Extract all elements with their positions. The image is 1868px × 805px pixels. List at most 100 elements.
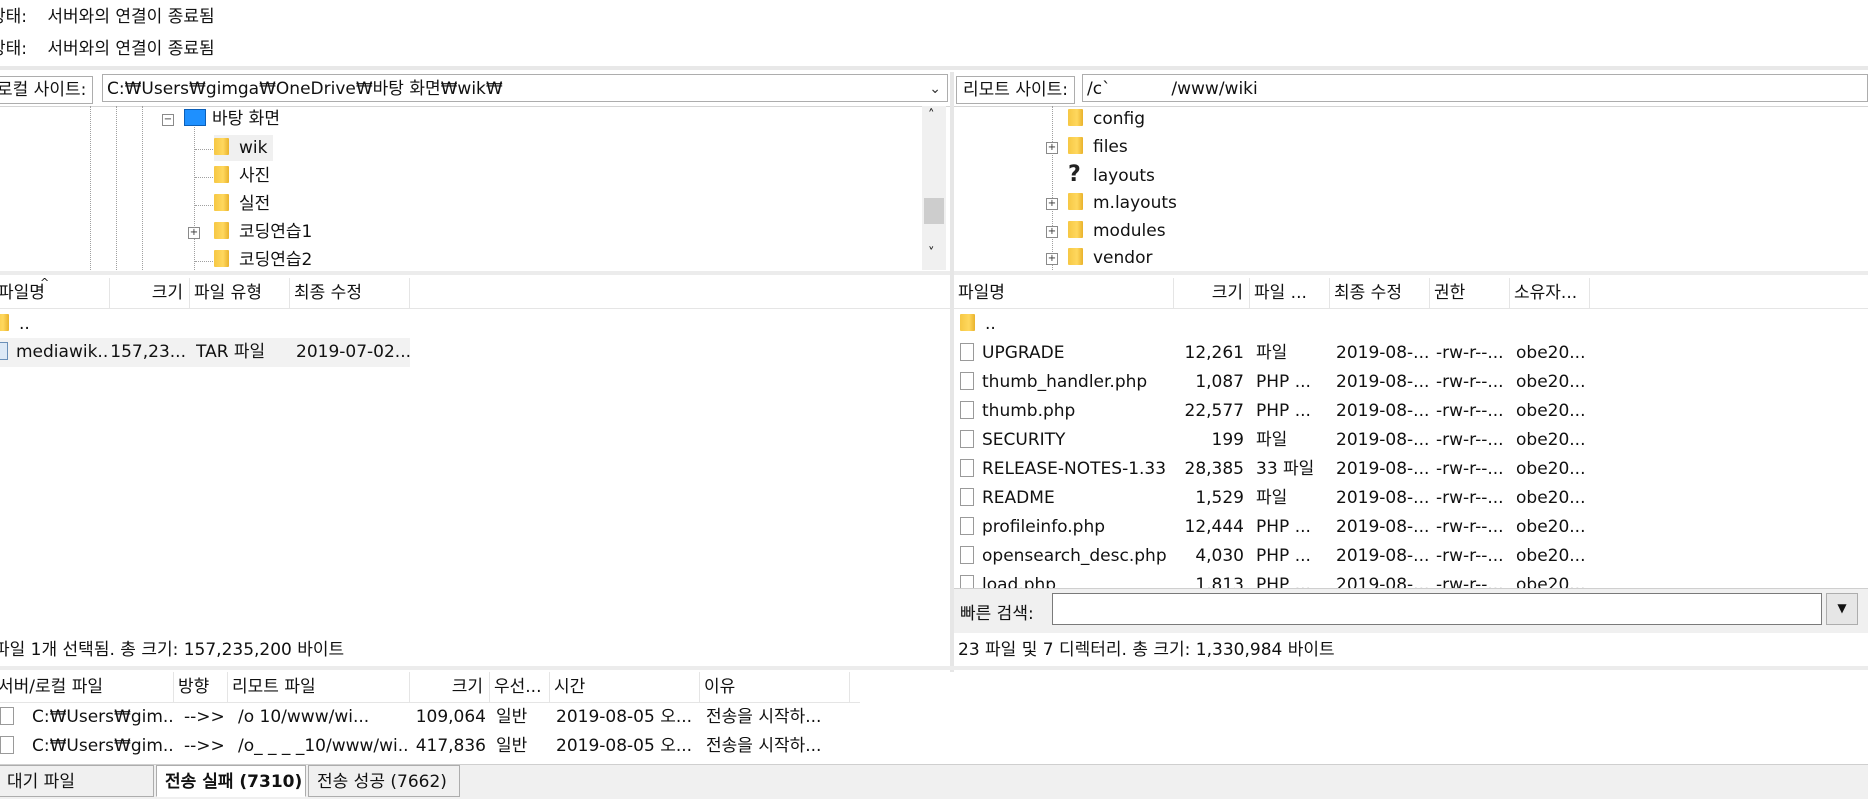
file-owner-text: obe20... [1516,546,1586,566]
file-size: 22,577 [1174,397,1244,426]
list-item-selected[interactable]: mediawik... 157,23... TAR 파일 2019-07-02.… [0,338,410,367]
file-name: .. [960,310,1174,339]
splitter[interactable] [0,66,1868,70]
column-header-filename[interactable]: 파일명 ˅ [954,278,1174,308]
tree-guide-line [142,106,143,270]
file-size: 1,529 [1174,484,1244,513]
tree-node-coding1[interactable]: 코딩연습1 [214,219,312,245]
tree-node-photos[interactable]: 사진 [214,163,270,189]
column-header-priority[interactable]: 우선... [490,672,550,702]
column-header-owner[interactable]: 소유자... [1510,278,1590,308]
column-header-permission[interactable]: 권한 [1430,278,1510,308]
file-icon [960,546,974,564]
tab-successful-transfers[interactable]: 전송 성공 (7662) [308,765,460,797]
tree-node-practice[interactable]: 실전 [214,191,270,217]
column-header-type[interactable]: 파일 ... [1250,278,1330,308]
tree-node-desktop[interactable]: 바탕 화면 [184,106,280,132]
list-item[interactable]: opensearch_desc.php 4,030 PHP ... 2019-08-.… [954,542,1868,571]
column-header-size[interactable]: 크기 [410,672,490,702]
list-item[interactable]: RELEASE-NOTES-1.33 28,385 33 파일 2019-08-...… [954,455,1868,484]
tree-node-layouts[interactable]: ? layouts [1068,162,1155,188]
tree-node-config[interactable]: config [1068,106,1145,132]
list-item[interactable]: load.php 1,813 PHP ... 2019-08-... -rw-r--..… [954,571,1868,588]
list-item[interactable]: thumb.php 22,577 PHP ... 2019-08-... -rw-r--… [954,397,1868,426]
expand-icon[interactable]: + [1046,253,1058,265]
local-path-combobox[interactable]: C:₩Users₩gimga₩OneDrive₩바탕 화면₩wik₩ ⌄ [102,74,948,102]
tree-guide-line [90,106,91,270]
dropdown-arrow-icon[interactable]: ▼ [1826,593,1858,625]
expand-icon[interactable]: + [1046,226,1058,238]
file-owner-text: obe20... [1516,517,1586,537]
quick-search-input[interactable] [1052,593,1822,625]
folder-icon [214,138,229,155]
queue-reason: 전송을 시작하... [706,732,856,761]
tree-node-modules[interactable]: modules [1068,218,1166,244]
file-perm: -rw-r--... [1436,455,1510,484]
list-item[interactable]: README 1,529 파일 2019-08-... -rw-r--... obe20.… [954,484,1868,513]
file-owner-text: obe20... [1516,575,1586,588]
file-name: .. [19,314,30,334]
file-name: opensearch_desc.php [960,542,1174,571]
quick-search-label: 빠른 검색: [960,604,1034,624]
column-header-size[interactable]: 크기 [1174,278,1250,308]
scroll-down-icon[interactable]: ˅ [928,246,935,261]
list-item[interactable]: UPGRADE 12,261 파일 2019-08-... -rw-r--... obe2… [954,339,1868,368]
tree-guide-line [195,261,213,262]
column-label: 시간 [554,677,586,697]
file-size-text: 1,813 [1195,575,1244,588]
column-header-remote-file[interactable]: 리모트 파일 [228,672,410,702]
column-header-time[interactable]: 시간 [550,672,700,702]
queue-prio-text: 일반 [496,707,528,727]
tree-node-wik[interactable]: wik [214,135,274,161]
file-type: PHP ... [1256,513,1330,542]
list-item[interactable]: SECURITY 199 파일 2019-08-... -rw-r--... obe20.… [954,426,1868,455]
local-tree-scrollbar[interactable]: ˄ ˅ [922,106,946,270]
splitter[interactable] [0,666,1868,670]
tree-node-coding2[interactable]: 코딩연습2 [214,247,312,270]
file-perm-text: -rw-r--... [1436,401,1504,421]
tree-node-label: vendor [1093,248,1153,268]
file-owner-text: obe20... [1516,343,1586,363]
tab-queued-files[interactable]: 대기 파일 [0,765,154,797]
column-header-reason[interactable]: 이유 [700,672,850,702]
file-name-text: .. [985,314,996,334]
column-header-local-file[interactable]: 서버/로컬 파일 [0,672,174,702]
tab-failed-transfers[interactable]: 전송 실패 (7310) [156,765,306,797]
tree-node-label: 코딩연습1 [239,222,313,242]
file-modified-text: 2019-08-... [1336,343,1430,363]
column-header-size[interactable]: 크기 [110,278,190,308]
tree-node-m-layouts[interactable]: m.layouts [1068,190,1177,216]
column-header-direction[interactable]: 방향 [174,672,228,702]
file-type-text: PHP ... [1256,517,1311,537]
column-header-modified[interactable]: 최종 수정 [290,278,410,308]
scroll-up-icon[interactable]: ˄ [928,108,935,123]
expand-icon[interactable]: + [188,227,200,239]
list-item[interactable]: .. [954,310,1868,339]
splitter[interactable] [0,271,1868,275]
column-header-type[interactable]: 파일 유형 [190,278,290,308]
collapse-icon[interactable]: − [162,114,174,126]
queue-row[interactable]: C:₩Users₩gim... -->> /o_ _ _ _10/www/wi...… [0,732,860,761]
remote-file-list: .. UPGRADE 12,261 파일 2019-08-... -rw-r--... ob… [954,310,1868,588]
queue-dir: -->> [184,732,228,761]
queue-dir-text: -->> [184,707,225,727]
expand-icon[interactable]: + [1046,142,1058,154]
file-size: 1,087 [1174,368,1244,397]
remote-path-combobox[interactable]: /c` /www/wiki [1082,74,1868,102]
queue-time-text: 2019-08-05 오... [556,707,693,727]
column-header-filename[interactable]: 파일명 ^ [0,278,110,308]
local-path-bar: 로컬 사이트: C:₩Users₩gimga₩OneDrive₩바탕 화면₩wi… [0,72,950,107]
column-label: 소유자... [1514,283,1578,303]
queue-row[interactable]: C:₩Users₩gim... -->> /o 10/www/wi... 109,06… [0,703,860,732]
tree-node-files[interactable]: files [1068,134,1128,160]
chevron-down-icon[interactable]: ⌄ [929,75,941,103]
file-name: SECURITY [960,426,1174,455]
queue-size-text: 417,836 [415,736,486,756]
tree-node-vendor[interactable]: vendor [1068,245,1152,270]
expand-icon[interactable]: + [1046,198,1058,210]
list-item[interactable]: .. [0,310,950,339]
list-item[interactable]: thumb_handler.php 1,087 PHP ... 2019-08-...… [954,368,1868,397]
scroll-thumb[interactable] [924,198,944,224]
column-header-modified[interactable]: 최종 수정 [1330,278,1430,308]
list-item[interactable]: profileinfo.php 12,444 PHP ... 2019-08-... -… [954,513,1868,542]
